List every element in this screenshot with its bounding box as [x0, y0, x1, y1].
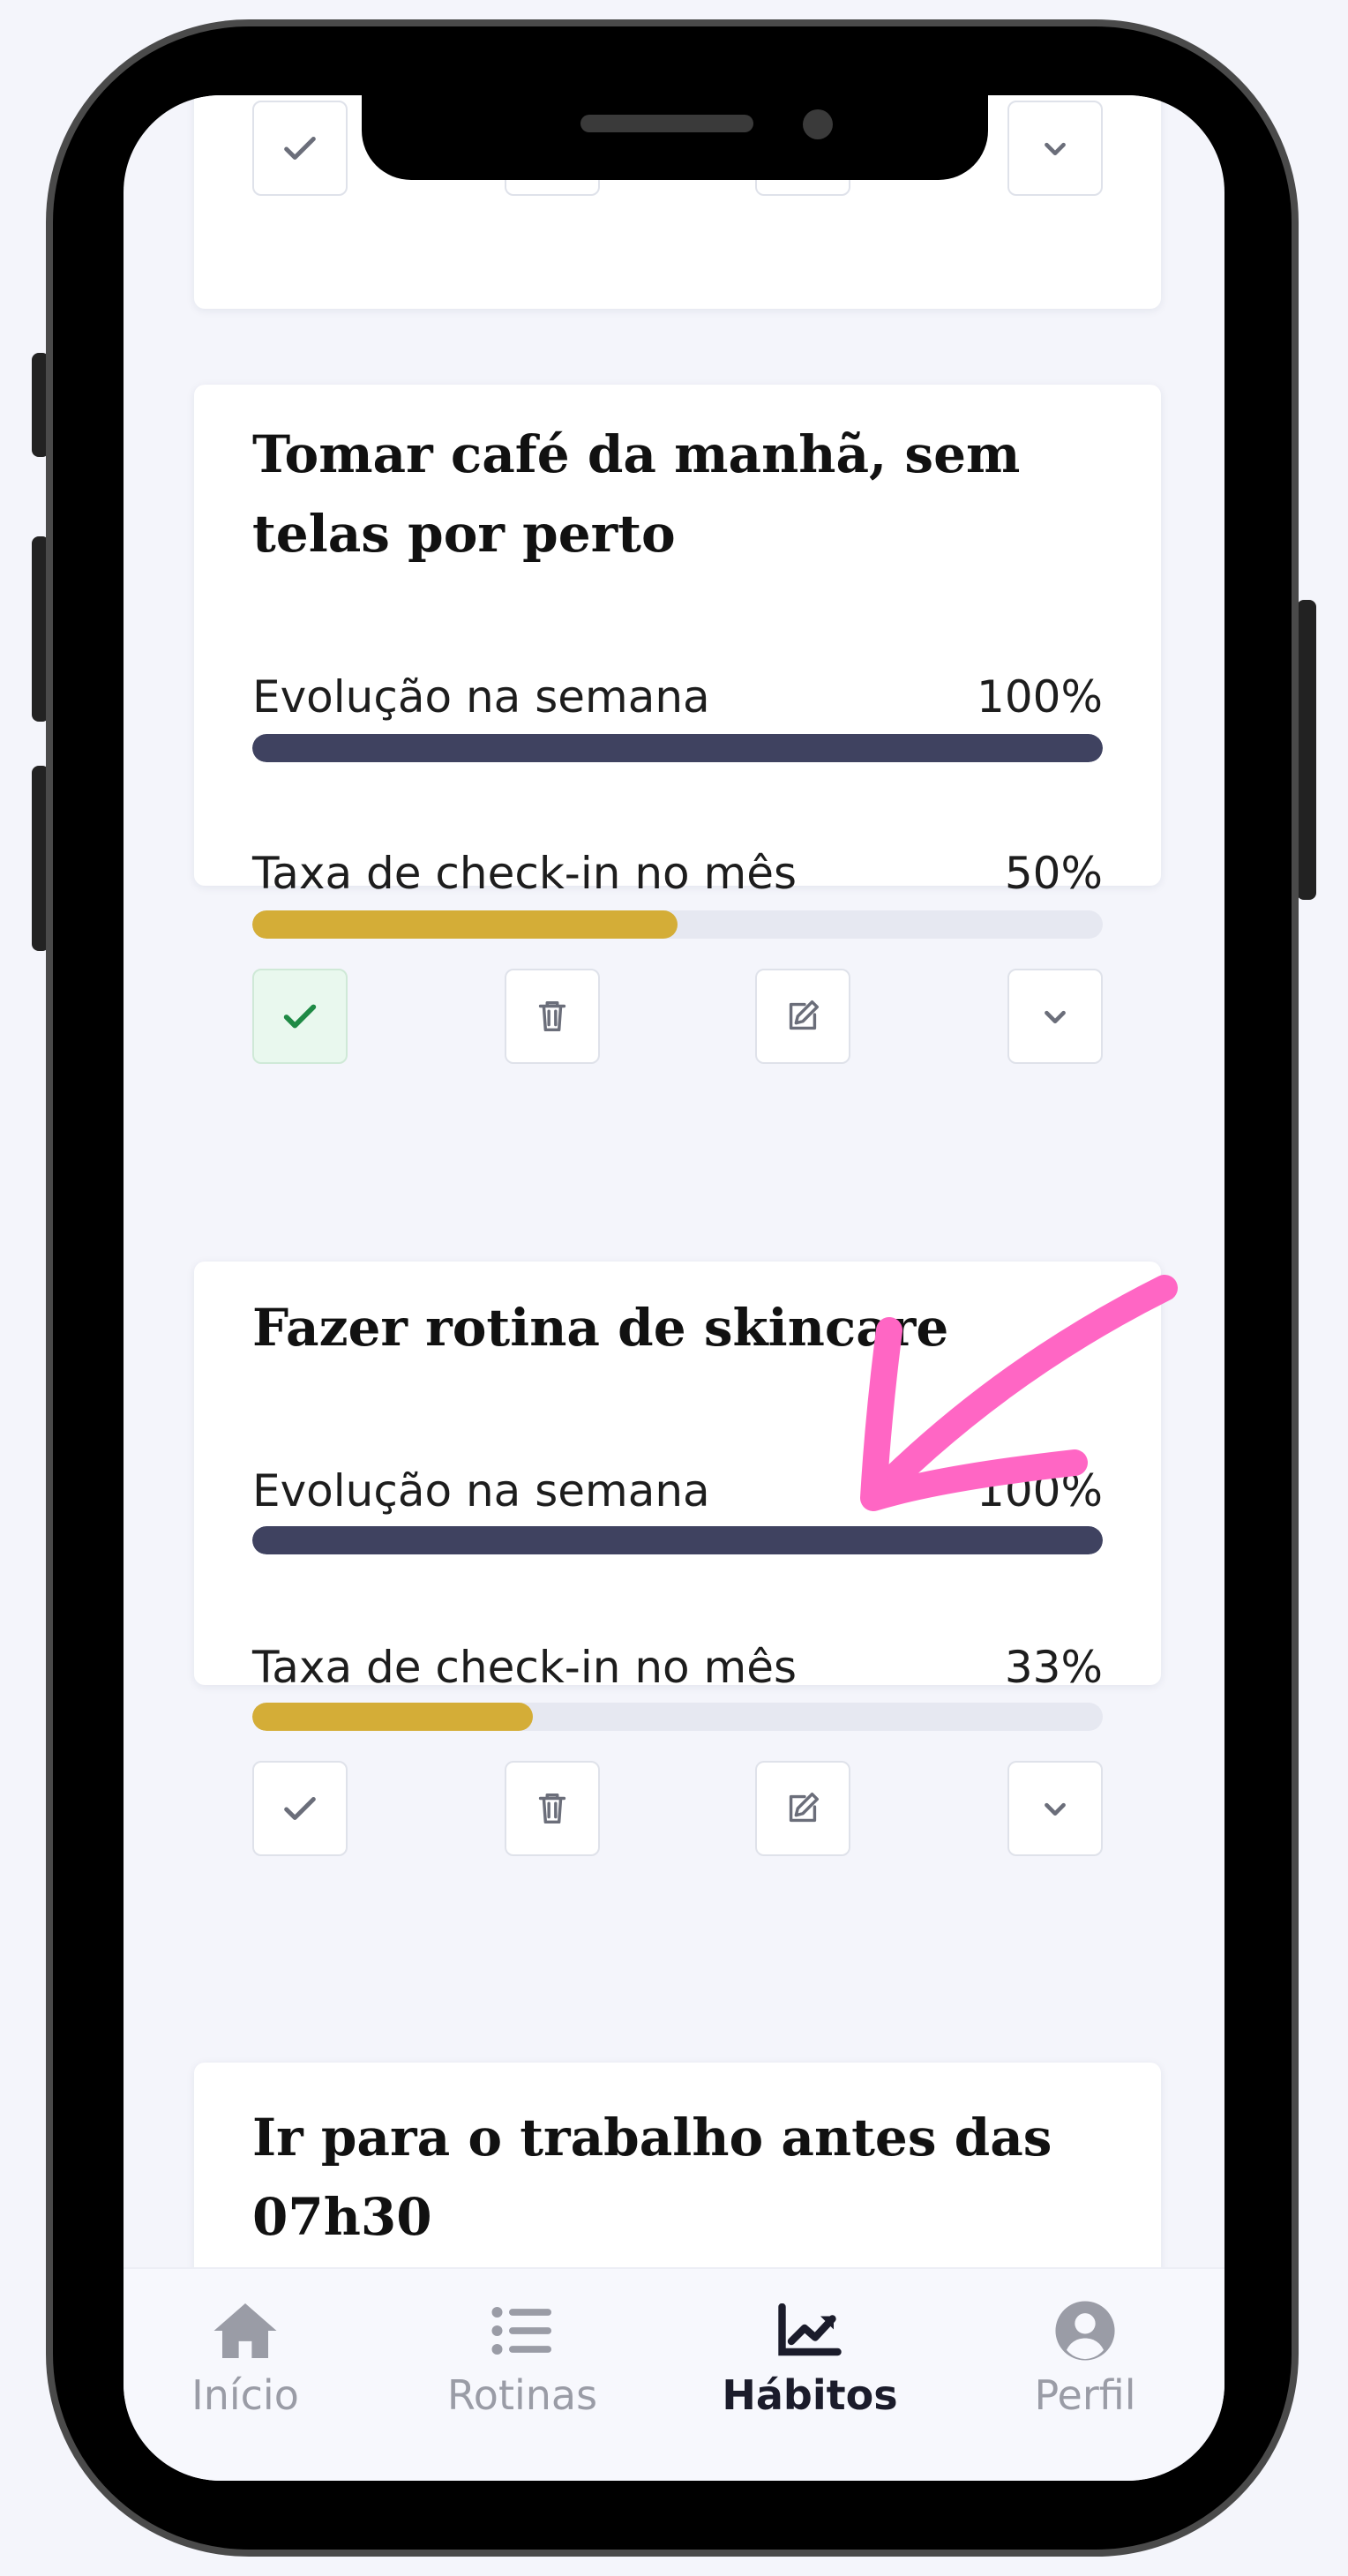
month-checkin-value: 50% [1004, 848, 1103, 899]
tab-label: Hábitos [722, 2371, 898, 2419]
check-in-button[interactable] [252, 101, 348, 196]
week-progress-fill [252, 734, 1103, 762]
check-in-button[interactable] [252, 1761, 348, 1856]
week-progress-fill [252, 1526, 1103, 1554]
delete-button[interactable] [505, 1761, 600, 1856]
annotation-arrow [860, 1275, 1178, 1511]
chevron-down-icon [1045, 1802, 1066, 1816]
month-checkin-label: Taxa de check-in no mês [252, 848, 798, 899]
week-progress-label: Evolução na semana [252, 671, 710, 723]
speaker-grille [580, 115, 753, 132]
camera-icon [803, 109, 833, 139]
bottom-tab-bar: Início Rotinas Hábitos Perfil [124, 2267, 1224, 2481]
expand-button[interactable] [1007, 101, 1103, 196]
tab-rotinas[interactable]: Rotinas [390, 2269, 655, 2445]
list-icon [487, 2295, 558, 2366]
month-progress-track [252, 1703, 1103, 1731]
tab-label: Início [191, 2371, 299, 2419]
habit-title: Tomar café da manhã, sem telas por perto [252, 424, 1021, 564]
month-checkin-value: 33% [1004, 1642, 1103, 1693]
check-in-button[interactable] [252, 969, 348, 1064]
expand-button[interactable] [1007, 1761, 1103, 1856]
habit-card: Tomar café da manhã, sem telas por perto… [194, 385, 1161, 1064]
check-icon [284, 136, 316, 161]
edit-icon [789, 1000, 820, 1030]
week-progress-row: Evolução na semana 100% [252, 670, 1103, 723]
tab-label: Rotinas [446, 2371, 598, 2419]
power-button [1297, 600, 1316, 900]
month-progress-row: Taxa de check-in no mês 50% [252, 847, 1103, 900]
week-progress-value: 100% [977, 671, 1103, 723]
habit-actions [252, 1761, 1103, 1858]
edit-button[interactable] [755, 969, 850, 1064]
week-progress-label: Evolução na semana [252, 1465, 710, 1516]
edit-button[interactable] [755, 1761, 850, 1856]
month-progress-fill [252, 1703, 534, 1731]
chevron-down-icon [1045, 142, 1066, 156]
edit-icon [789, 1792, 820, 1823]
month-progress-row: Taxa de check-in no mês 33% [252, 1641, 1103, 1694]
user-circle-icon [1050, 2295, 1120, 2366]
trash-icon [538, 1000, 566, 1032]
chevron-down-icon [1045, 1010, 1066, 1024]
month-checkin-label: Taxa de check-in no mês [252, 1642, 798, 1693]
delete-button[interactable] [505, 969, 600, 1064]
check-icon [284, 1796, 316, 1821]
check-icon [283, 1004, 317, 1029]
phone-notch [362, 95, 988, 180]
week-progress-track [252, 734, 1103, 762]
habit-title: Ir para o trabalho antes das 07h30 [252, 2108, 1052, 2247]
home-icon [210, 2295, 281, 2366]
week-progress-track [252, 1526, 1103, 1554]
chart-line-icon [775, 2295, 845, 2366]
month-progress-fill [252, 910, 678, 939]
trash-icon [538, 1793, 566, 1824]
tab-inicio[interactable]: Início [124, 2269, 378, 2445]
tab-habitos[interactable]: Hábitos [678, 2269, 942, 2445]
tab-perfil[interactable]: Perfil [953, 2269, 1217, 2445]
month-progress-track [252, 910, 1103, 939]
habit-actions [252, 969, 1103, 1066]
expand-button[interactable] [1007, 969, 1103, 1064]
tab-label: Perfil [1034, 2371, 1136, 2419]
